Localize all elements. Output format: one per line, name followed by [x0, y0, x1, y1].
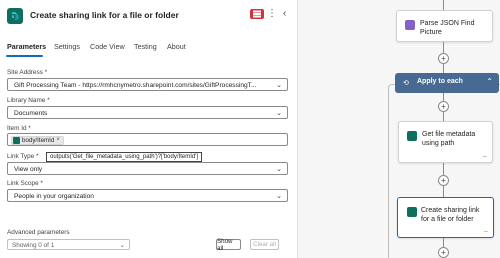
- chevron-down-icon: ⌄: [276, 81, 282, 89]
- data-operation-icon: [405, 20, 415, 30]
- link-scope-dropdown[interactable]: People in your organization ⌄: [7, 189, 288, 202]
- library-name-value: Documents: [14, 109, 48, 117]
- connector-line: [443, 0, 444, 10]
- error-badge-icon[interactable]: [250, 9, 264, 19]
- site-address-label: Site Address *: [7, 69, 48, 76]
- get-file-metadata-card[interactable]: Get file metadata using path ⇔: [398, 121, 493, 163]
- tab-testing[interactable]: Testing: [134, 42, 157, 51]
- collapse-panel-icon[interactable]: ‹: [283, 8, 286, 19]
- advanced-parameters-value: Showing 0 of 1: [12, 241, 55, 249]
- tab-parameters[interactable]: Parameters: [7, 42, 46, 51]
- sharepoint-icon: S: [7, 8, 23, 24]
- chevron-down-icon: ⌄: [276, 165, 282, 173]
- library-name-label: Library Name *: [7, 97, 50, 104]
- parse-json-card[interactable]: Parse JSON Find Picture: [396, 10, 493, 42]
- site-address-dropdown[interactable]: Gift Processing Team - https://rmhcnymet…: [7, 78, 288, 91]
- create-sharing-link-card[interactable]: Create sharing link for a file or folder…: [397, 197, 494, 238]
- sharepoint-icon: [407, 131, 417, 141]
- item-id-label: Item Id *: [7, 125, 31, 132]
- show-all-button[interactable]: Show all: [216, 238, 241, 252]
- tab-code-view[interactable]: Code View: [90, 42, 125, 51]
- tab-settings[interactable]: Settings: [54, 42, 80, 51]
- link-scope-label: Link Scope *: [7, 180, 43, 187]
- expression-tooltip: outputs('Get_file_metadata_using_path')?…: [46, 152, 203, 162]
- advanced-parameters-dropdown[interactable]: Showing 0 of 1 ⌄: [7, 239, 130, 250]
- apply-to-each-header[interactable]: ⟲ Apply to each ⌃: [395, 73, 499, 93]
- card-label: Parse JSON Find Picture: [420, 20, 475, 36]
- link-type-dropdown[interactable]: View only ⌄: [7, 162, 288, 175]
- connector-line: [443, 186, 444, 197]
- tab-about[interactable]: About: [167, 42, 186, 51]
- item-id-field[interactable]: body/ItemId ×: [7, 133, 288, 146]
- connector-line: [443, 64, 444, 73]
- add-step-button[interactable]: +: [438, 101, 449, 112]
- advanced-parameters-label: Advanced parameters: [7, 229, 70, 236]
- token-label: body/ItemId: [22, 136, 55, 144]
- add-step-button[interactable]: +: [438, 247, 449, 258]
- loop-icon: ⟲: [403, 80, 409, 87]
- dynamic-content-token[interactable]: body/ItemId ×: [11, 135, 64, 145]
- sharepoint-token-icon: [13, 136, 20, 144]
- panel-title: Create sharing link for a file or folder: [30, 10, 179, 20]
- chevron-down-icon: ⌄: [119, 241, 125, 249]
- chevron-up-icon[interactable]: ⌃: [486, 77, 493, 86]
- link-type-value: View only: [14, 165, 43, 173]
- more-options-icon[interactable]: ⋮: [267, 8, 277, 19]
- link-type-label: Link Type *: [7, 153, 39, 160]
- add-step-button[interactable]: +: [438, 175, 449, 186]
- link-icon: ⇔: [482, 154, 488, 160]
- action-details-panel: S Create sharing link for a file or fold…: [0, 0, 298, 258]
- link-scope-value: People in your organization: [14, 192, 94, 200]
- svg-text:S: S: [12, 14, 15, 19]
- site-address-value: Gift Processing Team - https://rmhcnymet…: [14, 81, 257, 89]
- loop-label: Apply to each: [417, 78, 463, 85]
- remove-token-icon[interactable]: ×: [56, 137, 60, 143]
- card-label: Get file metadata using path: [422, 131, 476, 147]
- chevron-down-icon: ⌄: [276, 109, 282, 117]
- tab-bar: Parameters Settings Code View Testing Ab…: [0, 38, 298, 57]
- active-tab-indicator: [6, 55, 43, 57]
- clear-all-button[interactable]: Clear all: [250, 239, 279, 250]
- connector-line: [443, 112, 444, 121]
- add-step-button[interactable]: +: [438, 53, 449, 64]
- chevron-down-icon: ⌄: [276, 192, 282, 200]
- link-icon: ⇔: [483, 229, 489, 235]
- card-label: Create sharing link for a file or folder: [421, 207, 480, 223]
- sharepoint-icon: [407, 207, 417, 217]
- panel-header: S Create sharing link for a file or fold…: [0, 0, 298, 34]
- library-name-dropdown[interactable]: Documents ⌄: [7, 106, 288, 119]
